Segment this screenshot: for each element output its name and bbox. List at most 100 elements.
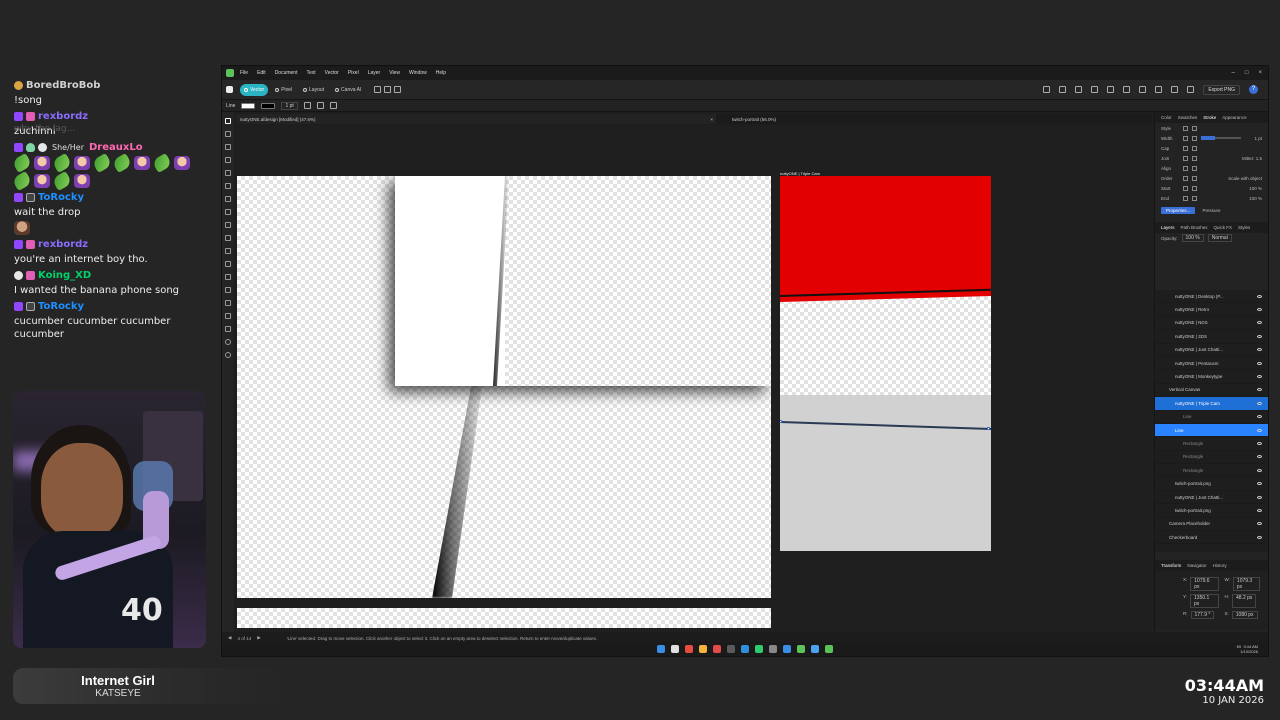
stroke-option-icon[interactable]	[1192, 195, 1197, 201]
visibility-eye-icon[interactable]	[1257, 294, 1262, 298]
menu-item-vector[interactable]: Vector	[325, 70, 339, 76]
layer-row[interactable]: nuttyONE | Desktop (P...	[1155, 290, 1268, 304]
view-tool-icon[interactable]	[225, 352, 231, 358]
stroke-row-value[interactable]: 100 %	[1249, 186, 1262, 191]
menu-item-edit[interactable]: Edit	[257, 70, 266, 76]
persona-pixel[interactable]: Pixel	[271, 84, 296, 96]
taskbar-app-icon[interactable]	[755, 645, 763, 653]
menu-item-layer[interactable]: Layer	[368, 70, 381, 76]
export-button[interactable]: Export PNG	[1203, 84, 1240, 95]
stroke-option-icon[interactable]	[1192, 145, 1197, 151]
visibility-eye-icon[interactable]	[1257, 361, 1262, 365]
canvas-area[interactable]: nuttyONE | Triple Cam	[236, 126, 1154, 632]
chat-username[interactable]: ToRocky	[38, 191, 84, 204]
layer-row[interactable]: nuttyONE | 3DS	[1155, 330, 1268, 344]
taskbar-app-icon[interactable]	[671, 645, 679, 653]
visibility-eye-icon[interactable]	[1257, 321, 1262, 325]
visibility-eye-icon[interactable]	[1257, 455, 1262, 459]
tab-color[interactable]: Color	[1161, 115, 1172, 120]
crop-tool-icon[interactable]	[225, 274, 231, 280]
tab-swatches[interactable]: Swatches	[1178, 115, 1198, 120]
chat-username[interactable]: rexbordz	[38, 238, 88, 251]
layer-row[interactable]: Vertical Canvas	[1155, 384, 1268, 398]
place-tool-icon[interactable]	[225, 300, 231, 306]
chat-username[interactable]: ToRocky	[38, 300, 84, 313]
taskbar-app-icon[interactable]	[657, 645, 665, 653]
stroke-width-slider[interactable]	[1201, 136, 1241, 140]
stroke-swatch[interactable]	[261, 102, 276, 109]
layer-row[interactable]: Rectangle	[1155, 464, 1268, 478]
visibility-eye-icon[interactable]	[1257, 334, 1262, 338]
visibility-eye-icon[interactable]	[1257, 308, 1262, 312]
stroke-row-value[interactable]: Scale with object	[1228, 176, 1262, 181]
document-tab[interactable]: twitch-portrait (56.0%)	[728, 114, 776, 124]
maximize-button[interactable]: □	[1245, 70, 1249, 76]
arrange-icon[interactable]	[1043, 86, 1051, 93]
persona-canva-ai[interactable]: Canva AI	[331, 84, 365, 96]
artboard-triple-cam[interactable]	[780, 176, 991, 551]
boolean-intersect-icon[interactable]	[1091, 86, 1099, 93]
visibility-eye-icon[interactable]	[1257, 415, 1262, 419]
red-rectangle[interactable]	[780, 176, 991, 302]
gradient-tool-icon[interactable]	[225, 235, 231, 241]
menu-item-file[interactable]: File	[240, 70, 248, 76]
point-transform-icon[interactable]	[225, 157, 231, 163]
properties-button[interactable]: Properties...	[1161, 207, 1196, 214]
tab-path-brushes[interactable]: Path Brushes	[1181, 225, 1208, 230]
more-icon[interactable]	[374, 86, 382, 93]
layer-row[interactable]: twitch-portrait.png	[1155, 477, 1268, 491]
corner-tool-icon[interactable]	[225, 144, 231, 150]
tab-navigator[interactable]: Navigator	[1187, 563, 1206, 568]
stroke-row-value[interactable]: 100 %	[1249, 196, 1262, 201]
text-tool-icon[interactable]	[225, 261, 231, 267]
selection-handle-left[interactable]	[780, 420, 782, 423]
page-prev-icon[interactable]: ◀	[228, 635, 231, 641]
app-logo-icon[interactable]	[226, 69, 234, 77]
menu-item-text[interactable]: Text	[306, 70, 315, 76]
stroke-option-icon[interactable]	[1192, 155, 1197, 161]
eyedropper-icon[interactable]	[225, 313, 231, 319]
transform-y-field[interactable]: 1350.1 px	[1190, 594, 1219, 608]
rotate-icon[interactable]	[1139, 86, 1147, 93]
snapping-icon[interactable]	[1187, 86, 1195, 93]
contour-tool-icon[interactable]	[225, 170, 231, 176]
visibility-eye-icon[interactable]	[1257, 375, 1262, 379]
align-icon[interactable]	[1107, 86, 1115, 93]
tab-layers[interactable]: Layers	[1161, 225, 1175, 230]
selection-handle-right[interactable]	[987, 427, 990, 430]
visibility-eye-icon[interactable]	[1257, 508, 1262, 512]
taskbar-app-icon[interactable]	[699, 645, 707, 653]
stroke-option-icon[interactable]	[1183, 155, 1188, 161]
tab-styles[interactable]: Styles	[1238, 225, 1250, 230]
settings-icon[interactable]	[329, 102, 337, 109]
stroke-option-icon[interactable]	[1183, 135, 1188, 141]
menu-item-help[interactable]: Help	[436, 70, 446, 76]
visibility-eye-icon[interactable]	[1257, 482, 1262, 486]
colour-picker-icon[interactable]	[225, 326, 231, 332]
document-tab[interactable]: nuttyONE.afdesign [Modified] (47.6%) ×	[236, 114, 716, 124]
stroke-row-value[interactable]: Mitter: 1.5	[1242, 156, 1262, 161]
stroke-option-icon[interactable]	[1192, 175, 1197, 181]
move-tool-icon[interactable]	[225, 118, 231, 124]
taskbar-app-icon[interactable]	[713, 645, 721, 653]
stroke-option-icon[interactable]	[1183, 195, 1188, 201]
blend-mode-select[interactable]: Normal	[1207, 234, 1232, 242]
order-icon[interactable]	[1155, 86, 1163, 93]
brush-icon[interactable]	[316, 102, 324, 109]
shape-tool-icon[interactable]	[225, 248, 231, 254]
visibility-eye-icon[interactable]	[1257, 348, 1262, 352]
layer-row[interactable]: Rectangle	[1155, 451, 1268, 465]
stroke-width-field[interactable]: 1 pt	[281, 101, 298, 110]
stroke-option-icon[interactable]	[1183, 185, 1188, 191]
layer-row[interactable]: Line	[1155, 423, 1268, 438]
visibility-eye-icon[interactable]	[1257, 495, 1262, 499]
help-button[interactable]: ?	[1249, 85, 1258, 94]
layer-row[interactable]: twitch-portrait.png	[1155, 504, 1268, 518]
close-doc-icon[interactable]	[394, 86, 402, 93]
tab-appearance[interactable]: Appearance	[1222, 115, 1246, 120]
stroke-option-icon[interactable]	[1183, 125, 1188, 131]
layer-row[interactable]: nuttyONE | Retro	[1155, 303, 1268, 317]
menu-item-document[interactable]: Document	[275, 70, 298, 76]
layer-row[interactable]: nuttyONE | Triple Cam	[1155, 397, 1268, 411]
menu-item-window[interactable]: Window	[409, 70, 427, 76]
